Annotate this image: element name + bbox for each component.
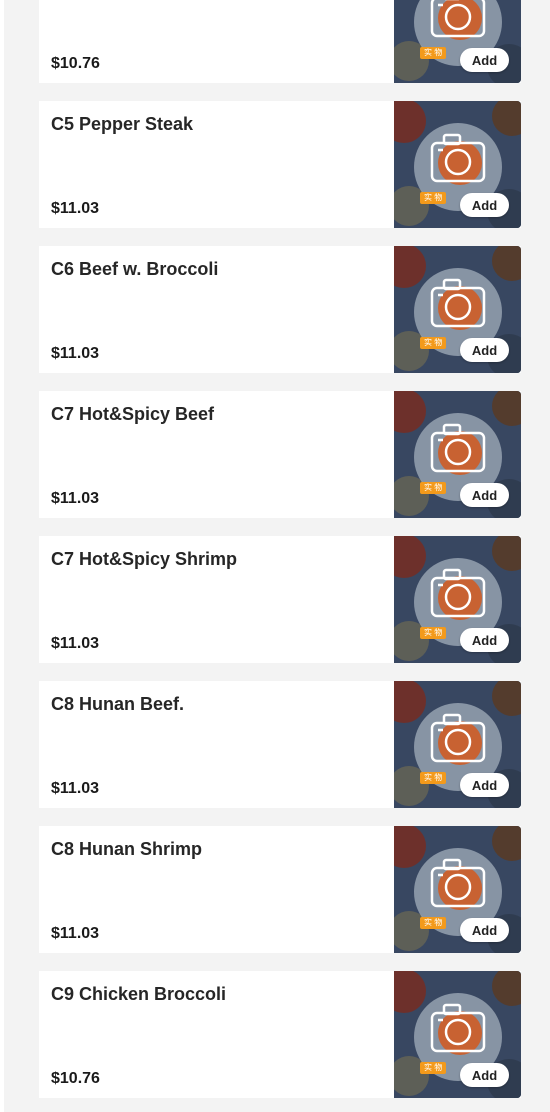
add-button[interactable]: Add	[460, 48, 509, 72]
item-price: $11.03	[51, 200, 100, 217]
menu-item-card[interactable]: $10.76 实 物 Add	[39, 0, 521, 83]
add-button[interactable]: Add	[460, 483, 509, 507]
menu-item-card[interactable]: C7 Hot&Spicy Beef $11.03 实 物 Add	[39, 391, 521, 518]
item-price: $11.03	[51, 345, 100, 362]
item-price: $11.03	[51, 780, 100, 797]
item-name: C7 Hot&Spicy Beef	[51, 404, 215, 424]
food-image-placeholder: 实 物 Add	[394, 246, 521, 373]
item-price: $11.03	[51, 925, 100, 942]
menu-item-card[interactable]: C6 Beef w. Broccoli $11.03 实 物 Add	[39, 246, 521, 373]
item-price: $10.76	[51, 55, 100, 72]
food-image-placeholder: 实 物 Add	[394, 391, 521, 518]
food-image-placeholder: 实 物 Add	[394, 681, 521, 808]
item-name: C9 Chicken Broccoli	[51, 984, 227, 1004]
item-name: C6 Beef w. Broccoli	[51, 259, 219, 279]
food-image-placeholder: 实 物 Add	[394, 0, 521, 83]
food-image-placeholder: 实 物 Add	[394, 536, 521, 663]
item-name: C8 Hunan Beef.	[51, 694, 185, 714]
food-image-placeholder: 实 物 Add	[394, 826, 521, 953]
item-name: C8 Hunan Shrimp	[51, 839, 203, 859]
item-name: C7 Hot&Spicy Shrimp	[51, 549, 238, 569]
badge-tag: 实 物	[420, 47, 447, 59]
badge-tag: 实 物	[420, 772, 447, 784]
add-button[interactable]: Add	[460, 1063, 509, 1087]
menu-item-card[interactable]: C8 Hunan Shrimp $11.03 实 物 Add	[39, 826, 521, 953]
badge-tag: 实 物	[420, 482, 447, 494]
badge-tag: 实 物	[420, 192, 447, 204]
food-image-placeholder: 实 物 Add	[394, 971, 521, 1098]
item-name: C5 Pepper Steak	[51, 114, 194, 134]
menu-item-card[interactable]: C5 Pepper Steak $11.03 实 物 Add	[39, 101, 521, 228]
food-image-placeholder: 实 物 Add	[394, 101, 521, 228]
add-button[interactable]: Add	[460, 338, 509, 362]
badge-tag: 实 物	[420, 337, 447, 349]
badge-tag: 实 物	[420, 1062, 447, 1074]
menu-list: $10.76 实 物 Add C5 Pepper Steak $11.03 实 …	[4, 0, 550, 1112]
item-price: $11.03	[51, 635, 100, 652]
item-price: $10.76	[51, 1070, 100, 1087]
item-price: $11.03	[51, 490, 100, 507]
add-button[interactable]: Add	[460, 918, 509, 942]
add-button[interactable]: Add	[460, 193, 509, 217]
menu-item-card[interactable]: C9 Chicken Broccoli $10.76 实 物 Add	[39, 971, 521, 1098]
badge-tag: 实 物	[420, 627, 447, 639]
badge-tag: 实 物	[420, 917, 447, 929]
menu-item-card[interactable]: C7 Hot&Spicy Shrimp $11.03 实 物 Add	[39, 536, 521, 663]
add-button[interactable]: Add	[460, 628, 509, 652]
menu-item-card[interactable]: C8 Hunan Beef. $11.03 实 物 Add	[39, 681, 521, 808]
add-button[interactable]: Add	[460, 773, 509, 797]
